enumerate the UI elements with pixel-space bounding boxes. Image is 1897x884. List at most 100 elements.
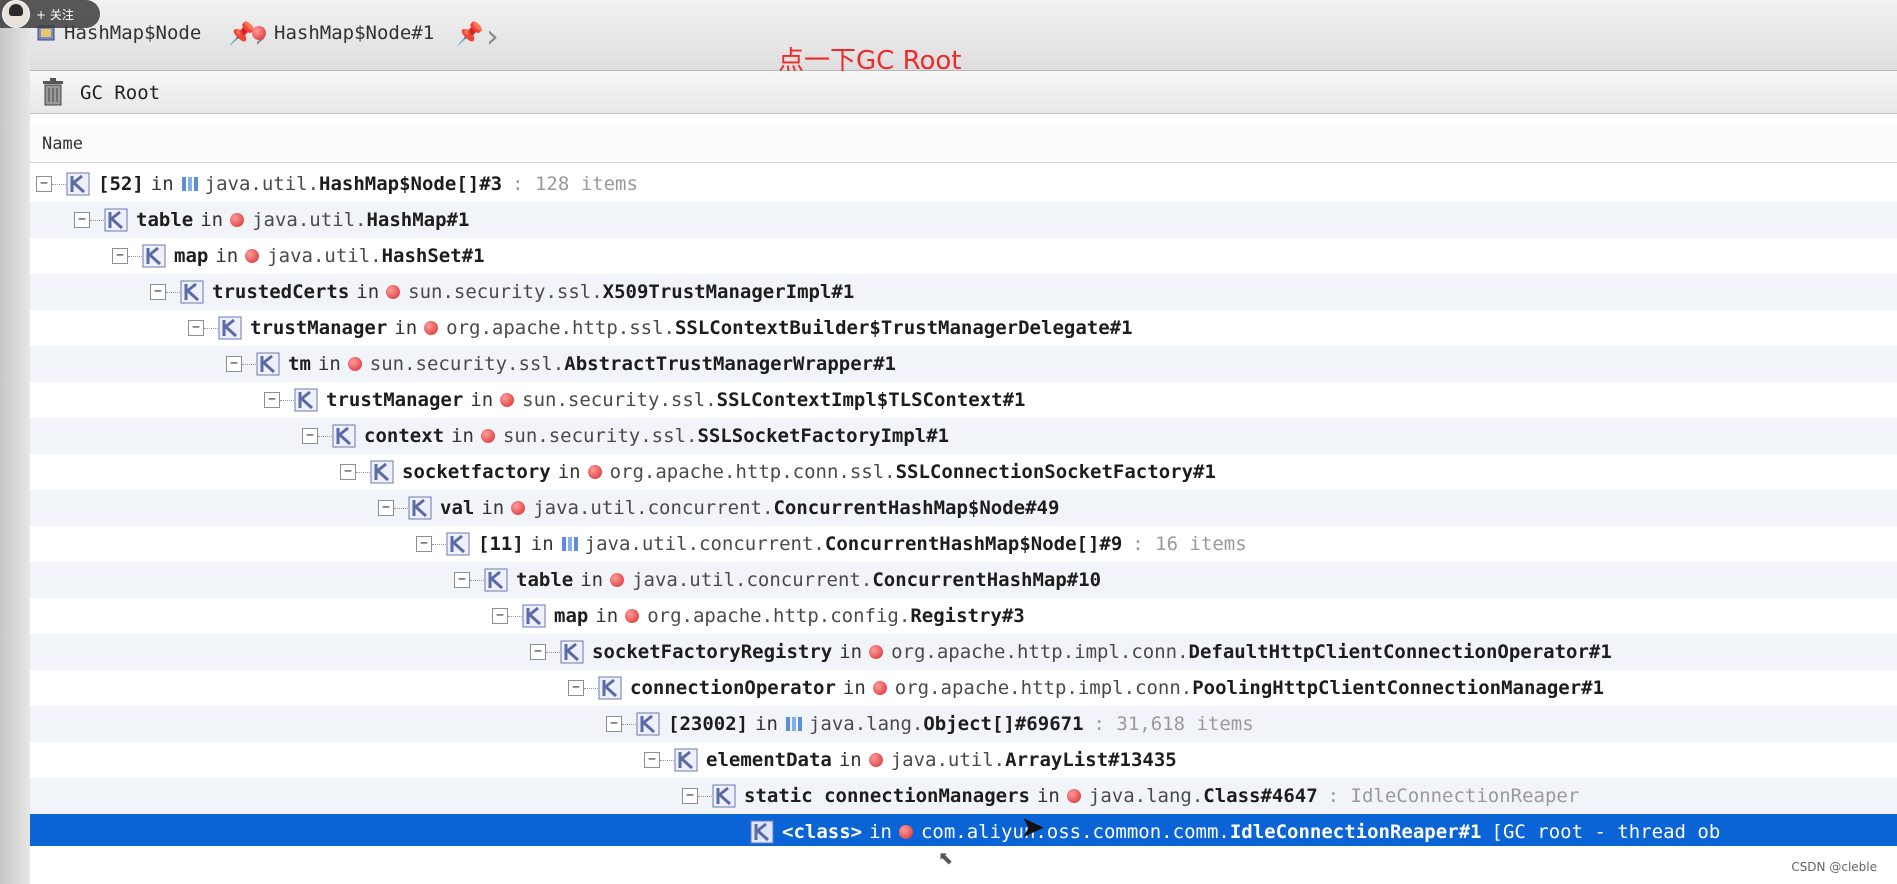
tree-row[interactable]: − [11] in java.util.concurrent. ConcurrentHa… bbox=[30, 526, 1897, 562]
tree-row[interactable]: − [23002] in java.lang. Object[]#69671: 31,6… bbox=[30, 706, 1897, 742]
breadcrumb: HashMap$Node 📌 › HashMap$Node#1 📌 › bbox=[30, 0, 1897, 71]
tree-row[interactable]: − socketFactoryRegistry in org.apache.http.… bbox=[30, 634, 1897, 670]
field-name: socketfactory bbox=[402, 461, 551, 483]
tree-row[interactable]: <class> in com.aliyun.oss.common.comm. Idle… bbox=[30, 814, 1897, 850]
tree-row[interactable]: − trustedCerts in sun.security.ssl. X509Trus… bbox=[30, 274, 1897, 310]
object-instance-icon bbox=[868, 753, 883, 767]
class-name: HashMap#1 bbox=[366, 209, 470, 231]
tree-row[interactable]: − table in java.util.concurrent. ConcurrentH… bbox=[30, 562, 1897, 598]
field-name: map bbox=[554, 605, 589, 627]
package-name: java.util.concurrent. bbox=[584, 533, 825, 555]
field-name: [52] bbox=[98, 173, 144, 195]
collapse-toggle-icon[interactable]: − bbox=[74, 212, 90, 228]
collapse-toggle-icon[interactable]: − bbox=[150, 284, 166, 300]
package-name: org.apache.http.conn.ssl. bbox=[609, 461, 896, 483]
tree-row[interactable]: − [52] in java.util. HashMap$Node[]#3: 128 i… bbox=[30, 166, 1897, 202]
in-keyword: in bbox=[451, 425, 474, 447]
tree-row-text: trustManager in org.apache.http.ssl. SSLCon… bbox=[250, 317, 1133, 339]
field-name: elementData bbox=[706, 749, 832, 771]
package-name: java.lang. bbox=[1088, 785, 1204, 807]
reference-arrow-icon bbox=[294, 388, 318, 412]
reference-arrow-icon bbox=[522, 604, 546, 628]
gc-root-label[interactable]: GC Root bbox=[80, 82, 160, 104]
breadcrumb-item-hashmap-node-1[interactable]: HashMap$Node#1 bbox=[252, 22, 434, 44]
tree-row[interactable]: − trustManager in sun.security.ssl. SSLConte… bbox=[30, 382, 1897, 418]
tree-row-text: [23002] in java.lang. Object[]#69671: 31,61… bbox=[668, 713, 1254, 735]
tree-row[interactable]: − socketfactory in org.apache.http.conn.ssl… bbox=[30, 454, 1897, 490]
class-name: Object[]#69671 bbox=[923, 713, 1084, 735]
collapse-toggle-icon[interactable]: − bbox=[644, 752, 660, 768]
package-name: org.apache.http.ssl. bbox=[446, 317, 675, 339]
collapse-toggle-icon[interactable]: − bbox=[340, 464, 356, 480]
collapse-toggle-icon[interactable]: − bbox=[264, 392, 280, 408]
tree-connector bbox=[356, 472, 370, 474]
trash-icon[interactable] bbox=[40, 77, 66, 107]
collapse-toggle-icon[interactable]: − bbox=[226, 356, 242, 372]
field-name: map bbox=[174, 245, 209, 267]
collapse-toggle-icon[interactable]: − bbox=[188, 320, 204, 336]
object-instance-icon bbox=[386, 285, 401, 299]
tree-row[interactable]: − context in sun.security.ssl. SSLSocketFact… bbox=[30, 418, 1897, 454]
field-name: table bbox=[136, 209, 194, 231]
tree-row-text: map in org.apache.http.config. Registry#3 bbox=[554, 605, 1025, 627]
tree-row[interactable]: − static connectionManagers in java.lang. Cl… bbox=[30, 778, 1897, 814]
breadcrumb-item-label: HashMap$Node#1 bbox=[274, 22, 435, 44]
tree-connector bbox=[470, 580, 484, 582]
collapse-toggle-icon[interactable]: − bbox=[112, 248, 128, 264]
package-name: java.util. bbox=[267, 245, 382, 267]
tree-connector bbox=[318, 436, 332, 438]
follow-badge[interactable]: + 关注 bbox=[0, 0, 100, 28]
reference-arrow-icon bbox=[484, 568, 508, 592]
in-keyword: in bbox=[755, 713, 778, 735]
object-instance-icon bbox=[252, 26, 266, 40]
collapse-toggle-icon[interactable]: − bbox=[378, 500, 394, 516]
in-keyword: in bbox=[356, 281, 380, 303]
reference-arrow-icon bbox=[218, 316, 242, 340]
package-name: java.util. bbox=[252, 209, 367, 231]
collapse-toggle-icon[interactable]: − bbox=[416, 536, 432, 552]
tree-connector bbox=[394, 508, 408, 510]
tree-row-text: map in java.util. HashSet#1 bbox=[174, 245, 485, 267]
tree-row[interactable]: − tm in sun.security.ssl. AbstractTrustManag… bbox=[30, 346, 1897, 382]
object-instance-icon bbox=[230, 213, 245, 227]
class-name: AbstractTrustManagerWrapper#1 bbox=[564, 353, 896, 375]
object-instance-icon bbox=[511, 501, 526, 515]
tree-row-text: <class> in com.aliyun.oss.common.comm. Idle… bbox=[782, 821, 1720, 843]
tree-row[interactable]: − map in java.util. HashSet#1 bbox=[30, 238, 1897, 274]
package-name: java.util. bbox=[204, 173, 320, 195]
tree-row-text: [11] in java.util.concurrent. ConcurrentHas… bbox=[478, 533, 1247, 555]
collapse-toggle-icon[interactable]: − bbox=[302, 428, 318, 444]
collapse-toggle-icon[interactable]: − bbox=[606, 716, 622, 732]
reference-arrow-icon bbox=[142, 244, 166, 268]
package-name: sun.security.ssl. bbox=[522, 389, 717, 411]
tree-row-text: socketfactory in org.apache.http.conn.ssl.… bbox=[402, 461, 1216, 483]
tree-row[interactable]: − map in org.apache.http.config. Registry#3 bbox=[30, 598, 1897, 634]
tree-row[interactable]: − val in java.util.concurrent. ConcurrentHas… bbox=[30, 490, 1897, 526]
collapse-toggle-icon[interactable]: − bbox=[454, 572, 470, 588]
package-name: java.lang. bbox=[808, 713, 924, 735]
collapse-toggle-icon[interactable]: − bbox=[492, 608, 508, 624]
object-instance-icon bbox=[1066, 789, 1081, 803]
collapse-toggle-icon[interactable]: − bbox=[568, 680, 584, 696]
tree-row[interactable]: − elementData in java.util. ArrayList#13435 bbox=[30, 742, 1897, 778]
array-icon bbox=[785, 717, 802, 731]
tree-row[interactable]: − trustManager in org.apache.http.ssl. SSLCo… bbox=[30, 310, 1897, 346]
tree-row[interactable]: − table in java.util. HashMap#1 bbox=[30, 202, 1897, 238]
field-name: tm bbox=[288, 353, 311, 375]
tree-row-text: context in sun.security.ssl. SSLSocketFacto… bbox=[364, 425, 949, 447]
reference-arrow-icon bbox=[712, 784, 736, 808]
collapse-toggle-icon[interactable]: − bbox=[530, 644, 546, 660]
reference-arrow-icon bbox=[446, 532, 470, 556]
collapse-toggle-icon[interactable]: − bbox=[36, 176, 52, 192]
tree-row-text: connectionOperator in org.apache.http.impl… bbox=[630, 677, 1604, 699]
class-name: SSLConnectionSocketFactory#1 bbox=[895, 461, 1216, 483]
column-header-name[interactable]: Name bbox=[42, 134, 83, 154]
reference-arrow-icon bbox=[750, 820, 774, 844]
tree-row[interactable]: − connectionOperator in org.apache.http.imp… bbox=[30, 670, 1897, 706]
collapse-toggle-icon[interactable]: − bbox=[682, 788, 698, 804]
class-name: X509TrustManagerImpl#1 bbox=[602, 281, 855, 303]
object-instance-icon bbox=[869, 645, 884, 659]
row-extra-info: : IdleConnectionReaper bbox=[1327, 785, 1580, 807]
pin-icon[interactable]: 📌 bbox=[456, 22, 483, 47]
tree-row-text: table in java.util.concurrent. ConcurrentHa… bbox=[516, 569, 1101, 591]
